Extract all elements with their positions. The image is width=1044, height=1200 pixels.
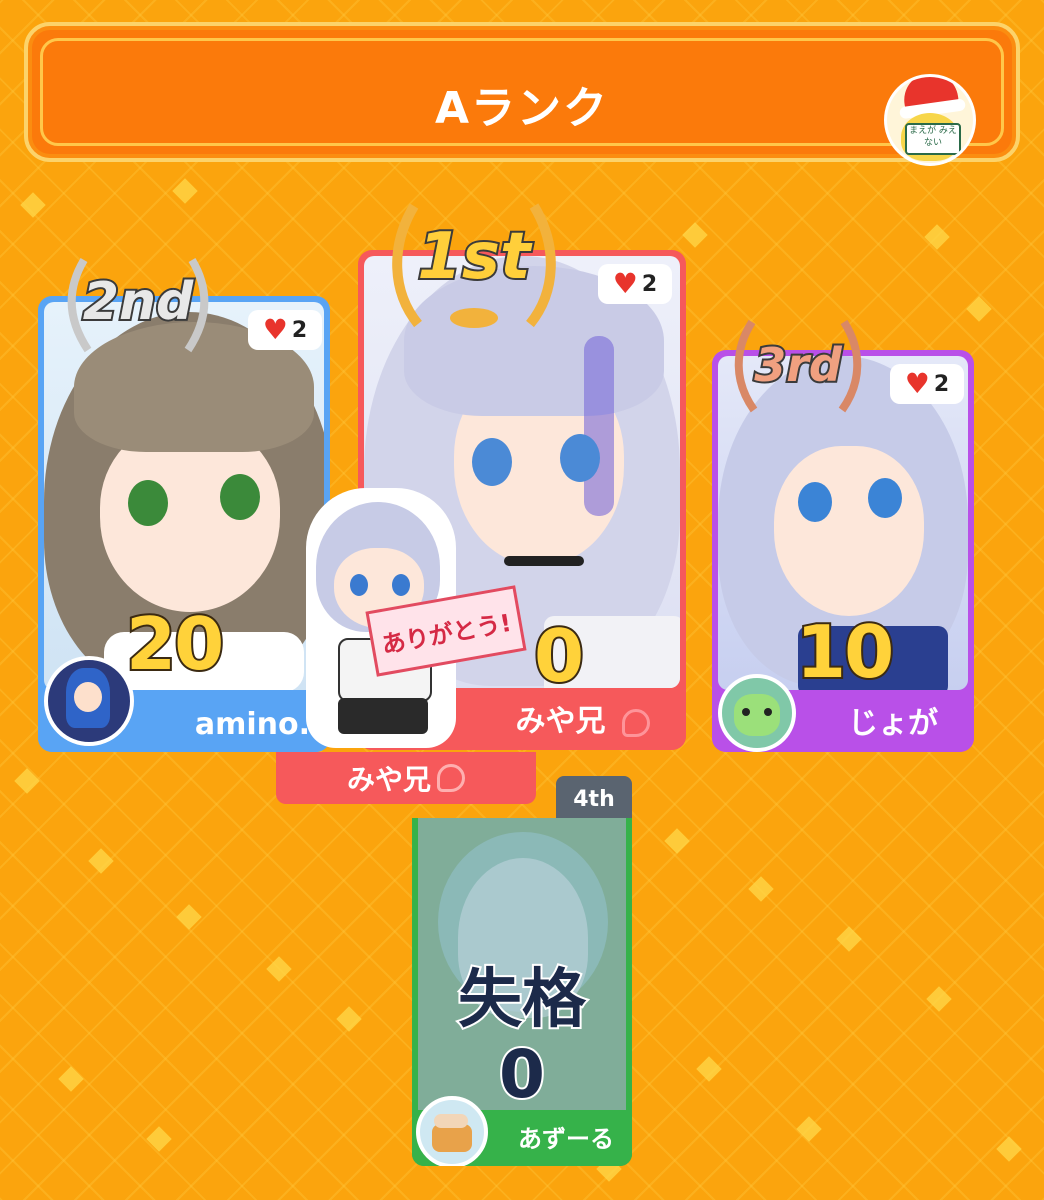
- player-score: 0: [532, 612, 586, 700]
- heart-count: 2: [933, 371, 950, 397]
- player-avatar[interactable]: [718, 674, 796, 752]
- santa-hat-icon: [900, 77, 960, 113]
- player-card-4th[interactable]: 失格 0 あずーる: [412, 818, 632, 1166]
- heart-icon: ♥: [904, 367, 930, 400]
- player-name: amino.: [194, 707, 310, 742]
- sticker-sender-label: みや兄: [276, 752, 536, 804]
- player-name: みや兄: [516, 696, 650, 740]
- heart-icon: ♥: [262, 313, 288, 346]
- heart-badge: ♥ 2: [598, 264, 672, 304]
- rank-header: Aランク まえが みえない: [24, 22, 1020, 166]
- rank-label: 4th: [573, 786, 615, 812]
- rank-badge-2nd: 2nd: [58, 250, 218, 360]
- heart-badge: ♥ 2: [890, 364, 964, 404]
- heart-count: 2: [291, 317, 308, 343]
- rank-label: 3rd: [752, 336, 844, 394]
- player-avatar[interactable]: [416, 1096, 488, 1166]
- heart-count: 2: [641, 271, 658, 297]
- host-avatar[interactable]: まえが みえない: [884, 74, 976, 166]
- heart-icon: ♥: [612, 267, 638, 300]
- avatar-sign-text: まえが みえない: [905, 123, 961, 155]
- player-name: あずーる: [518, 1125, 614, 1153]
- rank-label: 1st: [415, 218, 532, 296]
- player-score: 20: [124, 600, 226, 688]
- rank-title: Aランク: [434, 83, 610, 134]
- chick-icon: [437, 764, 465, 792]
- player-card-2nd[interactable]: amino. 20 ♥ 2: [38, 296, 330, 752]
- player-score: 10: [794, 608, 896, 696]
- disqualified-label: 失格: [456, 961, 588, 1039]
- rank-tab-4th: 4th: [556, 776, 632, 822]
- rank-badge-1st: 1st: [384, 196, 564, 336]
- heart-badge: ♥ 2: [248, 310, 322, 350]
- player-avatar[interactable]: [44, 656, 134, 746]
- rank-badge-3rd: 3rd: [728, 310, 868, 420]
- sticker-sender-name: みや兄: [346, 763, 431, 796]
- chick-icon: [622, 708, 650, 737]
- player-name: じょが: [848, 706, 938, 741]
- player-name-text: みや兄: [515, 704, 606, 739]
- rank-label: 2nd: [81, 270, 195, 334]
